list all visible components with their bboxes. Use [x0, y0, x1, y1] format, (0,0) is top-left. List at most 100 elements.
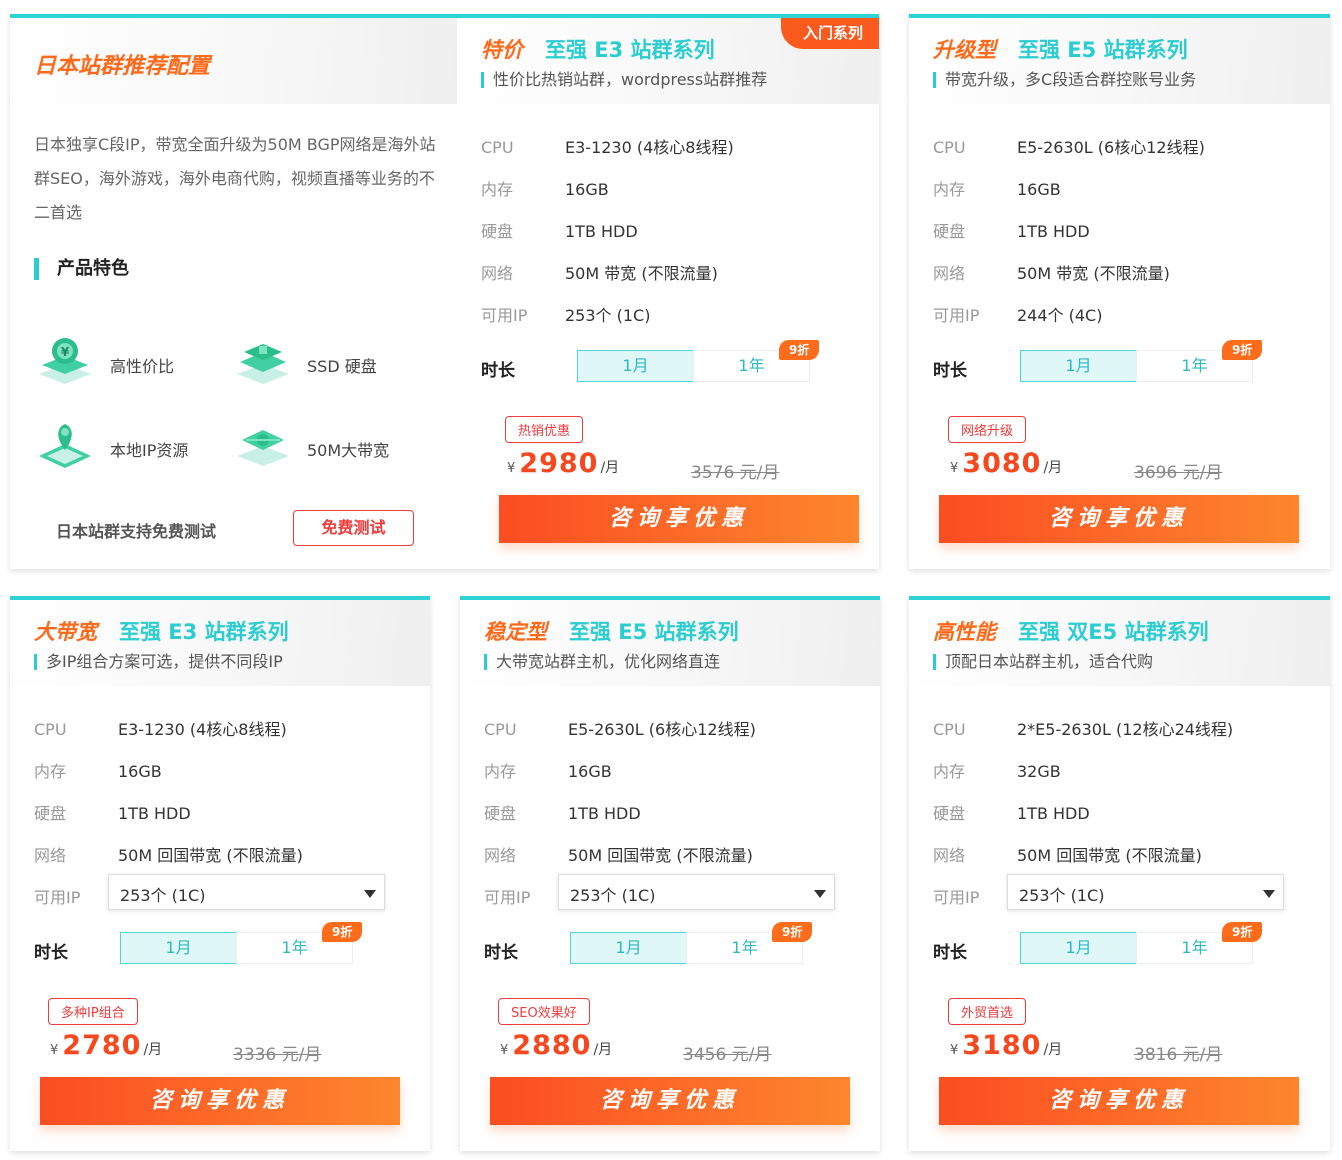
money-icon: ¥ [39, 338, 91, 384]
duration-month-option[interactable]: 1月 [120, 932, 237, 964]
ip-select[interactable]: 253个 (1C) [558, 874, 835, 910]
spec-label: 网络 [933, 264, 966, 283]
intro-header: 日本站群推荐配置 [10, 18, 457, 104]
feature-label: 本地IP资源 [110, 441, 189, 460]
spec-value: 32GB [1017, 762, 1061, 781]
plan-series: 至强 E3 站群系列 [119, 620, 289, 644]
duration-month-option[interactable]: 1月 [1020, 350, 1137, 382]
spec-value: 16GB [118, 762, 162, 781]
free-test-label: 日本站群支持免费测试 [56, 522, 217, 541]
plan-series: 至强 E5 站群系列 [1018, 38, 1188, 62]
plan-card: 特价 至强 E3 站群系列 性价比热销站群，wordpress站群推荐 入门系列 … [457, 18, 879, 569]
spec-value: 50M 回国带宽 (不限流量) [118, 846, 303, 865]
original-price: 3456 元/月 [683, 1045, 772, 1065]
spec-value: E3-1230 (4核心8线程) [118, 720, 287, 739]
plan-card: 大带宽 至强 E3 站群系列 多IP组合方案可选，提供不同段IP CPU E3-12… [10, 596, 430, 1151]
ip-select[interactable]: 253个 (1C) [1007, 874, 1284, 910]
price-unit: /月 [143, 1042, 163, 1058]
consult-button[interactable]: 咨询享优惠 [40, 1077, 400, 1125]
features-heading: 产品特色 [34, 258, 129, 280]
spec-mem: 内存 16GB [484, 758, 612, 782]
plan-card: 升级型 至强 E5 站群系列 带宽升级，多C段适合群控账号业务 CPU E5-263… [909, 14, 1330, 569]
spec-value: 1TB HDD [568, 804, 641, 823]
duration-label: 时长 [933, 943, 967, 963]
feature-label: 50M大带宽 [307, 441, 390, 460]
plan-title: 升级型 至强 E5 站群系列 [933, 34, 1188, 64]
spec-label: 内存 [933, 180, 966, 199]
consult-button[interactable]: 咨询享优惠 [499, 495, 859, 543]
spec-mem: 内存 16GB [933, 176, 1061, 200]
currency-symbol: ¥ [507, 461, 516, 476]
duration-month-option[interactable]: 1月 [570, 932, 687, 964]
consult-button[interactable]: 咨询享优惠 [490, 1077, 850, 1125]
spec-value: 50M 带宽 (不限流量) [1017, 264, 1170, 283]
intro-panel: 日本站群推荐配置 日本独享C段IP，带宽全面升级为50M BGP网络是海外站群S… [10, 14, 879, 569]
original-price: 3816 元/月 [1134, 1045, 1223, 1065]
discount-badge: 9折 [1222, 922, 1263, 942]
free-test-button[interactable]: 免费测试 [293, 510, 414, 546]
currency-symbol: ¥ [50, 1043, 59, 1058]
price-unit: /月 [1043, 1042, 1063, 1058]
spec-disk: 硬盘 1TB HDD [933, 800, 1090, 824]
svg-text:¥: ¥ [61, 345, 70, 359]
currency-symbol: ¥ [950, 461, 959, 476]
spec-label: 内存 [34, 762, 67, 781]
discount-badge: 9折 [1222, 340, 1263, 360]
dropdown-arrow-icon [1263, 890, 1275, 898]
spec-label: 可用IP [933, 888, 980, 907]
intro-left: 日本站群推荐配置 日本独享C段IP，带宽全面升级为50M BGP网络是海外站群S… [10, 18, 457, 569]
plan-tag: 高性能 [933, 620, 996, 644]
spec-disk: 硬盘 1TB HDD [933, 218, 1090, 242]
intro-description: 日本独享C段IP，带宽全面升级为50M BGP网络是海外站群SEO，海外游戏，海… [34, 135, 436, 222]
consult-button[interactable]: 咨询享优惠 [939, 1077, 1299, 1125]
spec-label: 硬盘 [933, 804, 966, 823]
spec-label: 可用IP [481, 306, 528, 325]
spec-cpu: CPU E5-2630L (6核心12线程) [484, 716, 756, 740]
spec-value: 253个 (1C) [565, 306, 651, 325]
spec-cpu: CPU 2*E5-2630L (12核心24线程) [933, 716, 1233, 740]
duration-month-option[interactable]: 1月 [577, 350, 694, 382]
price: ¥2780/月 [50, 1030, 162, 1061]
plan-title: 大带宽 至强 E3 站群系列 [34, 616, 289, 646]
plan-title: 高性能 至强 双E5 站群系列 [933, 616, 1209, 646]
spec-net: 网络 50M 回国带宽 (不限流量) [34, 842, 303, 866]
price-value: 2780 [62, 1030, 142, 1061]
promo-badge: SEO效果好 [498, 998, 590, 1025]
price: ¥2880/月 [500, 1030, 612, 1061]
spec-label: 内存 [481, 180, 514, 199]
spec-cpu: CPU E3-1230 (4核心8线程) [34, 716, 287, 740]
plan-subtitle: 性价比热销站群，wordpress站群推荐 [481, 72, 767, 88]
spec-value: 1TB HDD [118, 804, 191, 823]
spec-mem: 内存 16GB [34, 758, 162, 782]
plan-tag: 升级型 [933, 38, 996, 62]
spec-label: 网络 [933, 846, 966, 865]
plan-header: 特价 至强 E3 站群系列 性价比热销站群，wordpress站群推荐 入门系列 [457, 18, 879, 104]
spec-disk: 硬盘 1TB HDD [34, 800, 191, 824]
currency-symbol: ¥ [950, 1043, 959, 1058]
price-value: 3080 [962, 448, 1042, 479]
plan-subtitle: 带宽升级，多C段适合群控账号业务 [933, 72, 1196, 88]
spec-label: 硬盘 [34, 804, 67, 823]
spec-label: 硬盘 [933, 222, 966, 241]
consult-button[interactable]: 咨询享优惠 [939, 495, 1299, 543]
spec-value: 1TB HDD [1017, 222, 1090, 241]
spec-ip: 可用IP 253个 (1C) [481, 302, 650, 326]
duration-month-option[interactable]: 1月 [1020, 932, 1137, 964]
network-icon [237, 430, 289, 466]
price-unit: /月 [593, 1042, 613, 1058]
plan-series: 至强 双E5 站群系列 [1018, 620, 1209, 644]
ip-select-value: 253个 (1C) [1019, 886, 1105, 905]
plan-series: 至强 E3 站群系列 [545, 38, 715, 62]
price-unit: /月 [1043, 460, 1063, 476]
spec-disk: 硬盘 1TB HDD [481, 218, 638, 242]
plan-title: 特价 至强 E3 站群系列 [481, 34, 715, 64]
original-price: 3576 元/月 [691, 463, 780, 483]
spec-label: 硬盘 [481, 222, 514, 241]
plan-title: 稳定型 至强 E5 站群系列 [484, 616, 739, 646]
plan-header: 升级型 至强 E5 站群系列 带宽升级，多C段适合群控账号业务 [909, 18, 1330, 104]
spec-value: 16GB [568, 762, 612, 781]
ip-select[interactable]: 253个 (1C) [108, 874, 385, 910]
spec-net: 网络 50M 回国带宽 (不限流量) [933, 842, 1202, 866]
spec-label: CPU [481, 138, 514, 157]
location-icon [39, 424, 91, 468]
